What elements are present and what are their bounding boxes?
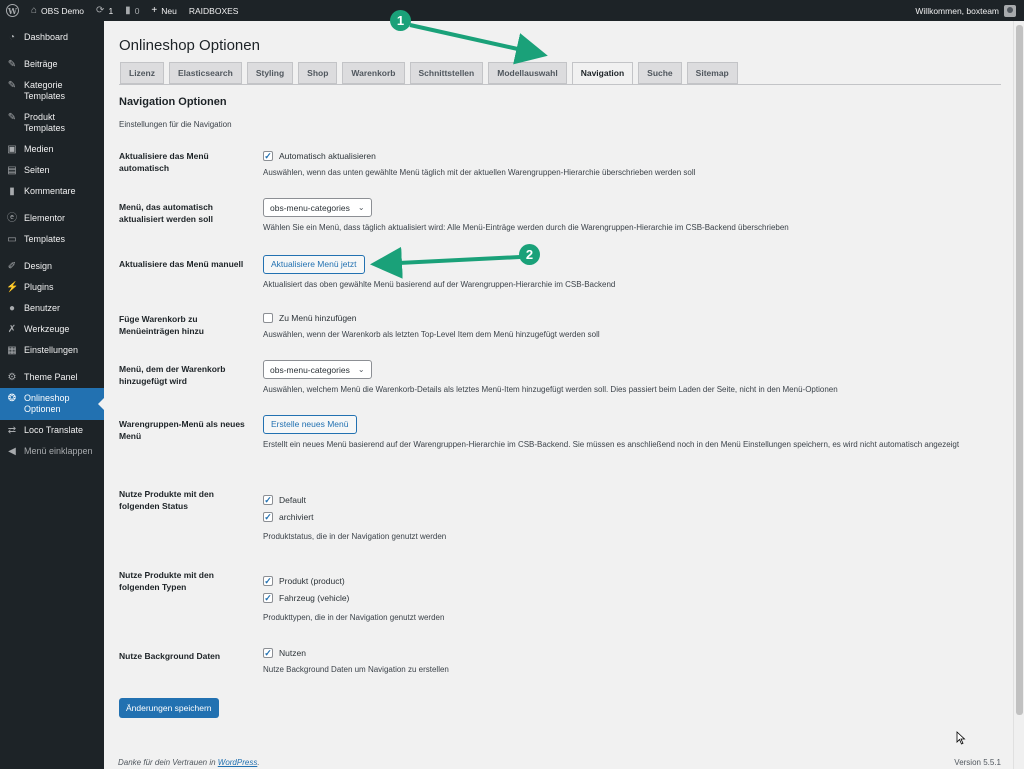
- annotation-callout-2: 2: [519, 244, 540, 265]
- annotation-arrows: [370, 23, 548, 279]
- annotation-callout-1: 1: [390, 10, 411, 31]
- annotation-arrow-1: [409, 23, 548, 65]
- mouse-cursor-icon: [956, 731, 966, 745]
- annotation-arrow-2: [370, 246, 521, 279]
